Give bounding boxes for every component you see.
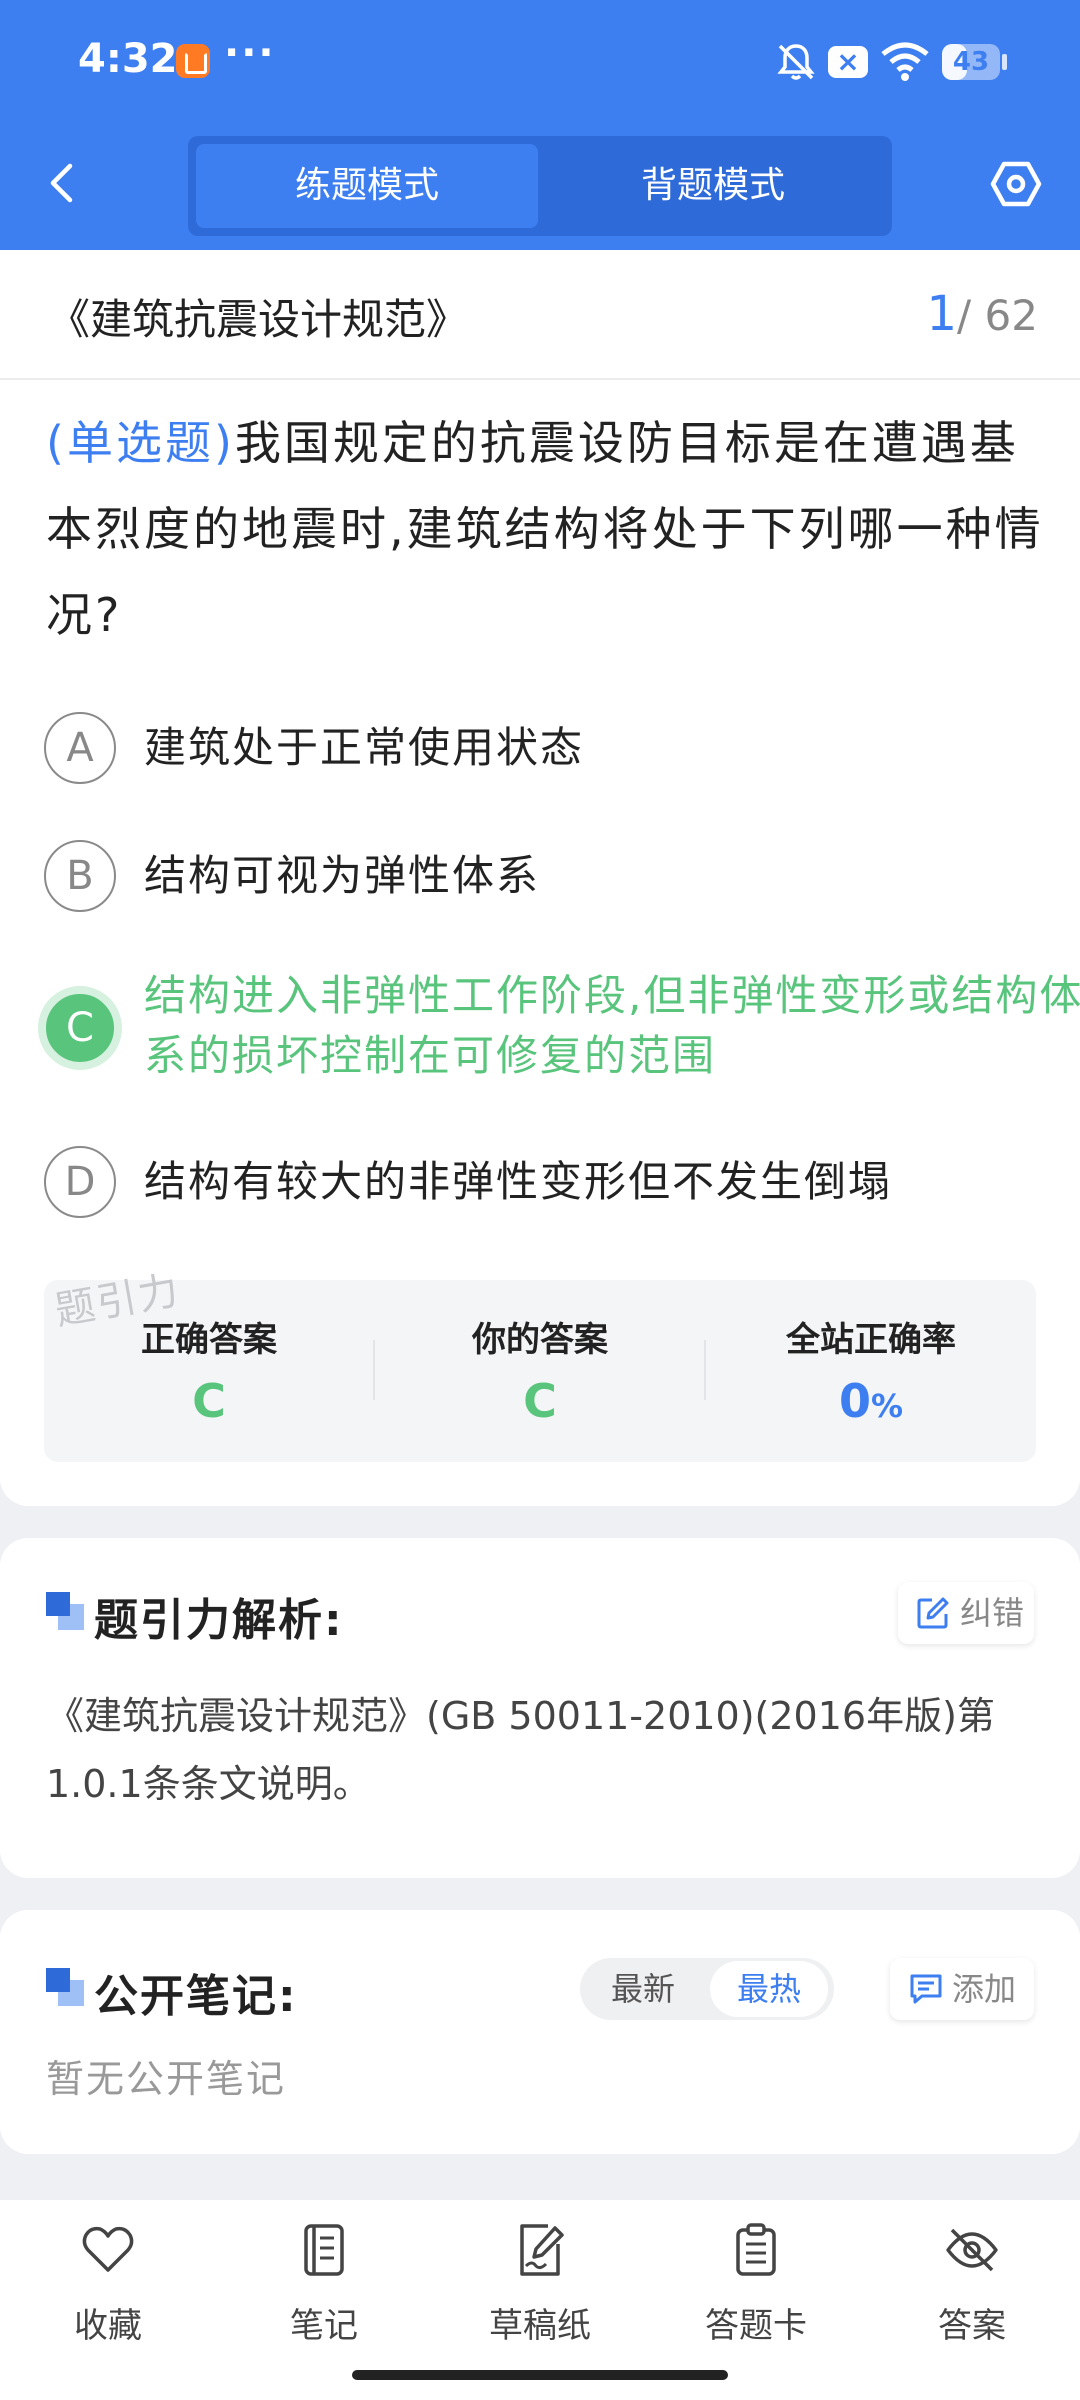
notes-sort-toggle: 最新 最热 (580, 1958, 834, 2020)
draft-paper-label: 草稿纸 (489, 2306, 591, 2346)
total-questions: / 62 (957, 291, 1038, 340)
back-button[interactable] (38, 158, 88, 208)
question-text: (单选题)我国规定的抗震设防目标是在遭遇基本烈度的地震时,建筑结构将处于下列哪一… (46, 400, 1046, 658)
sort-hot-button[interactable]: 最热 (710, 1961, 828, 2017)
option-letter: D (44, 1146, 116, 1218)
status-bar: 4:32 ··· × 43 (0, 0, 1080, 120)
sort-latest-button[interactable]: 最新 (580, 1958, 706, 2020)
heart-icon (82, 2226, 134, 2272)
answer-sheet-icon (736, 2223, 776, 2276)
current-question-number: 1 (926, 286, 958, 342)
option-text: 结构进入非弹性工作阶段,但非弹性变形或结构体系的损坏控制在可修复的范围 (144, 971, 1080, 1080)
book-title: 《建筑抗震设计规范》 (48, 295, 469, 344)
add-note-label: 添加 (952, 1970, 1017, 2008)
eye-off-icon (946, 2228, 998, 2272)
stat-value: 0% (706, 1374, 1036, 1428)
stat-value: C (192, 1374, 226, 1428)
option-text: 结构可视为弹性体系 (144, 851, 541, 900)
stat-your-answer: 你的答案 C (375, 1280, 705, 1462)
notes-button[interactable]: 笔记 (244, 2222, 404, 2352)
accuracy-unit: % (870, 1387, 904, 1425)
app-store-icon (176, 44, 210, 78)
edit-pencil-icon (917, 1597, 949, 1629)
report-error-label: 纠错 (960, 1594, 1025, 1632)
add-note-icon (910, 1974, 942, 2004)
empty-notes-text: 暂无公开笔记 (46, 2057, 287, 2101)
stat-label: 你的答案 (472, 1320, 608, 1360)
answer-sheet-button[interactable]: 答题卡 (676, 2222, 836, 2352)
battery-icon: 43 (942, 44, 1000, 80)
battery-level: 43 (952, 47, 990, 77)
more-notifications-icon: ··· (224, 30, 276, 76)
analysis-title: 题引力解析: (94, 1595, 344, 1646)
option-text: 结构有较大的非弹性变形但不发生倒塌 (144, 1157, 893, 1206)
option-letter: A (44, 712, 116, 784)
report-error-button[interactable]: 纠错 (898, 1582, 1034, 1644)
stat-value: C (523, 1374, 557, 1428)
home-indicator[interactable] (352, 2370, 728, 2380)
favorite-button[interactable]: 收藏 (28, 2222, 188, 2352)
mute-bell-icon (777, 44, 815, 80)
notes-title: 公开笔记: (94, 1971, 298, 2022)
question-progress: 1/ 62 (927, 286, 1039, 342)
settings-gear-icon[interactable] (990, 158, 1042, 210)
notes-label: 笔记 (290, 2306, 358, 2346)
question-type: (单选题) (46, 416, 235, 470)
draft-paper-button[interactable]: 草稿纸 (460, 2222, 620, 2352)
stat-accuracy-rate: 全站正确率 0% (706, 1280, 1036, 1462)
section-squares-icon (46, 1592, 84, 1630)
draft-pen-icon (520, 2224, 564, 2276)
tab-memorize-mode[interactable]: 背题模式 (542, 144, 884, 228)
mode-tabs: 练题模式 背题模式 (188, 136, 892, 236)
app-header: 4:32 ··· × 43 练题模式 背题模式 (0, 0, 1080, 250)
analysis-text: 《建筑抗震设计规范》(GB 50011-2010)(2016年版)第1.0.1条… (46, 1694, 995, 1806)
status-time: 4:32 (78, 36, 178, 82)
favorite-label: 收藏 (74, 2306, 142, 2346)
option-d[interactable]: D 结构有较大的非弹性变形但不发生倒塌 (44, 1146, 1044, 1218)
show-answer-button[interactable]: 答案 (892, 2222, 1052, 2352)
option-c[interactable]: C 结构进入非弹性工作阶段,但非弹性变形或结构体系的损坏控制在可修复的范围 (38, 971, 1080, 1112)
option-letter: C (38, 986, 122, 1070)
option-a[interactable]: A 建筑处于正常使用状态 (44, 712, 1044, 784)
tab-practice-mode[interactable]: 练题模式 (196, 144, 538, 228)
option-letter: B (44, 840, 116, 912)
close-box-icon: × (828, 46, 868, 78)
wifi-icon (881, 42, 929, 81)
option-text: 建筑处于正常使用状态 (144, 723, 585, 772)
answer-sheet-label: 答题卡 (705, 2306, 807, 2346)
stat-label: 全站正确率 (786, 1320, 956, 1360)
section-squares-icon (46, 1968, 84, 2006)
notebook-icon (304, 2224, 344, 2276)
notes-card (0, 1910, 1080, 2154)
add-note-button[interactable]: 添加 (890, 1958, 1034, 2020)
option-b[interactable]: B 结构可视为弹性体系 (44, 840, 1044, 912)
show-answer-label: 答案 (938, 2306, 1006, 2346)
answer-stats: 正确答案 C 你的答案 C 全站正确率 0% (44, 1280, 1036, 1462)
title-divider (0, 378, 1080, 380)
accuracy-number: 0 (838, 1374, 871, 1428)
